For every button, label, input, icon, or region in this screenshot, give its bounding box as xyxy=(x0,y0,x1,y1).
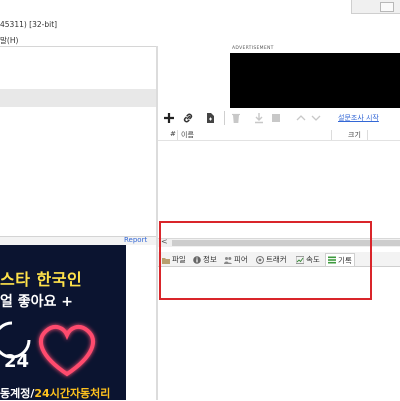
menu-bar xyxy=(0,32,400,46)
ad-right-margin xyxy=(126,245,156,400)
ad-number: 24 xyxy=(4,351,30,372)
toolbar-separator xyxy=(224,111,225,125)
column-number[interactable]: # xyxy=(170,130,176,138)
stop-icon[interactable] xyxy=(268,110,284,126)
advertisement-label: ADVERTISEMENT xyxy=(232,46,274,51)
survey-link[interactable]: 설문조사 시작 xyxy=(338,113,379,123)
maximize-button[interactable] xyxy=(380,2,394,12)
down-icon[interactable] xyxy=(308,110,324,126)
download-icon[interactable] xyxy=(251,110,267,126)
ad-footer-a: 동계정/ xyxy=(0,387,35,400)
column-divider[interactable] xyxy=(331,130,332,140)
up-icon[interactable] xyxy=(293,110,309,126)
advertisement-box[interactable] xyxy=(230,53,400,108)
column-name[interactable]: 이름 xyxy=(181,130,194,140)
ad-footer: 동계정/24시간자동처리 xyxy=(0,385,110,401)
plus-icon[interactable] xyxy=(161,110,177,126)
column-size[interactable]: 크기 xyxy=(348,130,361,140)
report-link[interactable]: Report xyxy=(124,236,147,244)
list-header xyxy=(158,128,400,141)
ad-footer-b: 24시간자동처리 xyxy=(34,387,111,400)
highlight-box xyxy=(159,221,372,300)
column-divider[interactable] xyxy=(367,130,368,140)
heart-icon xyxy=(39,324,95,377)
file-icon[interactable] xyxy=(202,110,218,126)
left-pane xyxy=(0,46,156,236)
link-icon[interactable] xyxy=(180,110,196,126)
window-title: 45311) [32-bit] xyxy=(0,20,58,29)
title-bar xyxy=(0,0,400,32)
ad-headline: 스타 한국인 xyxy=(0,270,83,289)
trash-icon[interactable] xyxy=(228,110,244,126)
ad-subheadline: 얼 좋아요 + xyxy=(0,294,73,310)
left-selected-row[interactable] xyxy=(0,89,156,107)
column-divider[interactable] xyxy=(177,130,178,140)
menu-help[interactable]: 말(H) xyxy=(0,35,18,46)
